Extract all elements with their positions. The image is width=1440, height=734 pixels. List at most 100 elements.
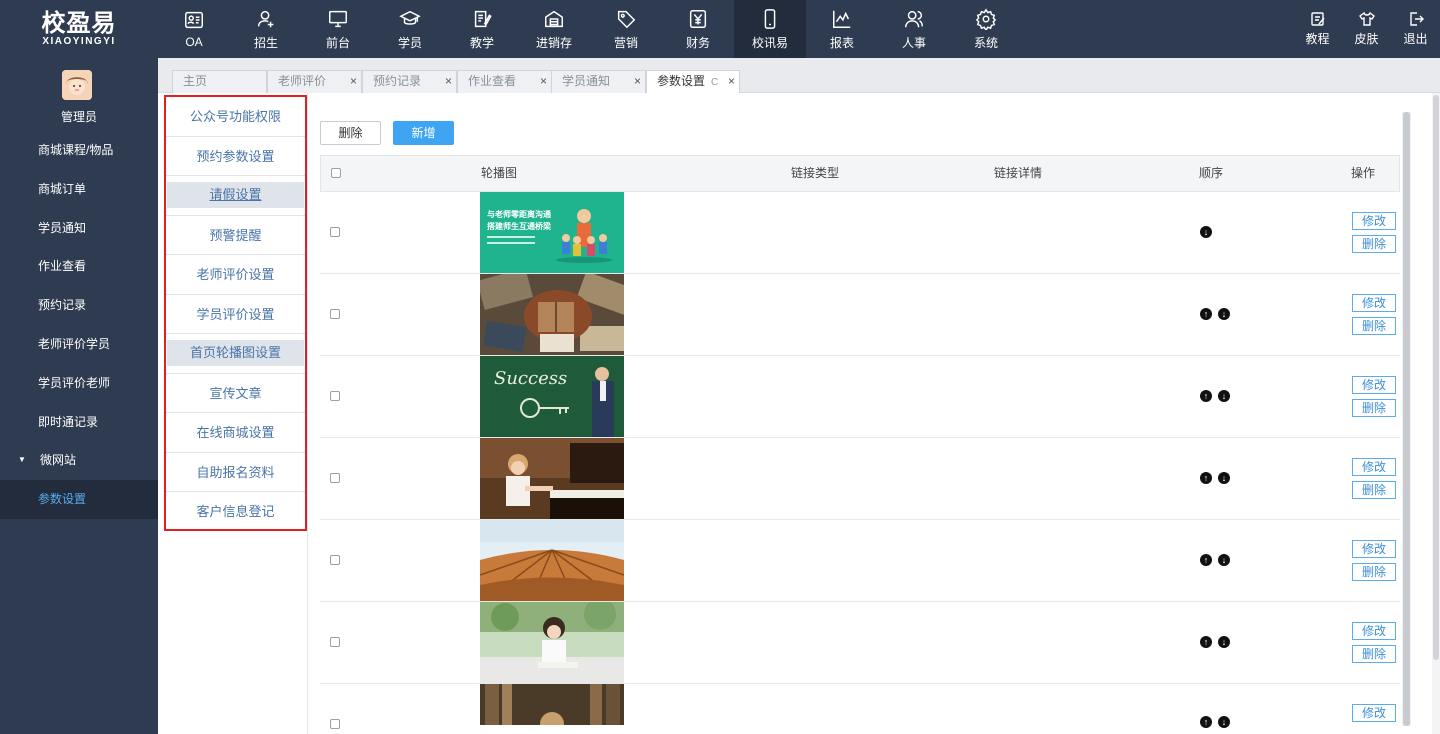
nav-admissions[interactable]: 招生 — [230, 0, 302, 58]
arrow-up-icon[interactable]: ↑ — [1200, 554, 1212, 566]
arrow-up-icon[interactable]: ↑ — [1200, 636, 1212, 648]
sidebar-item-mall-orders[interactable]: 商城订单 — [0, 170, 158, 209]
nav-oa[interactable]: OA — [158, 0, 230, 58]
edit-button[interactable]: 修改 — [1352, 704, 1396, 722]
arrow-down-icon[interactable]: ↓ — [1218, 716, 1230, 728]
settings-item-customer-info[interactable]: 客户信息登记 — [166, 492, 305, 532]
sidebar-item-mall-courses[interactable]: 商城课程/物品 — [0, 131, 158, 170]
carousel-image[interactable]: Success — [480, 356, 624, 437]
settings-item-home-carousel[interactable]: 首页轮播图设置 — [166, 334, 305, 374]
nav-finance[interactable]: 财务 — [662, 0, 734, 58]
arrow-down-icon[interactable]: ↓ — [1200, 226, 1212, 238]
row-delete-button[interactable]: 删除 — [1352, 235, 1396, 253]
sidebar-item-student-rates-teacher[interactable]: 学员评价老师 — [0, 364, 158, 403]
nav-hr[interactable]: 人事 — [878, 0, 950, 58]
nav-reports[interactable]: 报表 — [806, 0, 878, 58]
select-all-checkbox[interactable] — [331, 168, 341, 178]
row-checkbox[interactable] — [330, 473, 340, 483]
tab-home[interactable]: 主页 — [172, 70, 267, 93]
skin-button[interactable]: 皮肤 — [1342, 0, 1391, 58]
settings-item-articles[interactable]: 宣传文章 — [166, 374, 305, 413]
settings-item-online-mall[interactable]: 在线商城设置 — [166, 413, 305, 453]
carousel-image[interactable] — [480, 274, 624, 355]
edit-button[interactable]: 修改 — [1352, 294, 1396, 312]
nav-xiaoxunyi[interactable]: 校讯易 — [734, 0, 806, 58]
arrow-down-icon[interactable]: ↓ — [1218, 472, 1230, 484]
arrow-up-icon[interactable]: ↑ — [1200, 390, 1212, 402]
row-delete-button[interactable]: 删除 — [1352, 317, 1396, 335]
carousel-image[interactable] — [480, 438, 624, 519]
order-controls: ↑ ↓ — [1200, 636, 1230, 648]
column-image: 轮播图 — [481, 166, 518, 180]
row-checkbox[interactable] — [330, 391, 340, 401]
settings-item-leave[interactable]: 请假设置 — [166, 176, 305, 216]
arrow-up-icon[interactable]: ↑ — [1200, 472, 1212, 484]
id-card-icon — [185, 11, 203, 29]
settings-item-teacher-review[interactable]: 老师评价设置 — [166, 255, 305, 295]
tutorial-button[interactable]: 教程 — [1293, 0, 1342, 58]
tab-teacher-review[interactable]: 老师评价 × — [267, 70, 362, 93]
close-icon[interactable]: × — [728, 71, 735, 92]
nav-marketing[interactable]: 营销 — [590, 0, 662, 58]
page-scrollbar-thumb[interactable] — [1433, 95, 1439, 660]
row-checkbox[interactable] — [330, 227, 340, 237]
nav-front-desk[interactable]: 前台 — [302, 0, 374, 58]
carousel-image[interactable] — [480, 684, 624, 725]
close-icon[interactable]: × — [634, 71, 641, 92]
nav-inventory[interactable]: 进销存 — [518, 0, 590, 58]
delete-button[interactable]: 删除 — [320, 121, 381, 145]
row-delete-button[interactable]: 删除 — [1352, 481, 1396, 499]
nav-students[interactable]: 学员 — [374, 0, 446, 58]
row-delete-button[interactable]: 删除 — [1352, 399, 1396, 417]
sidebar-item-teacher-rates-student[interactable]: 老师评价学员 — [0, 325, 158, 364]
row-delete-button[interactable]: 删除 — [1352, 645, 1396, 663]
row-delete-button[interactable]: 删除 — [1352, 563, 1396, 581]
sidebar-item-microsite[interactable]: ▼ 微网站 — [0, 441, 158, 480]
edit-button[interactable]: 修改 — [1352, 622, 1396, 640]
tab-bar: 主页 老师评价 × 预约记录 × 作业查看 × 学员通知 × 参数设置 C × — [158, 58, 1440, 94]
sidebar-item-settings[interactable]: 参数设置 — [0, 480, 158, 519]
arrow-down-icon[interactable]: ↓ — [1218, 554, 1230, 566]
app-logo[interactable]: 校盈易 XIAOYINGYI — [0, 0, 158, 58]
settings-item-wechat-permissions[interactable]: 公众号功能权限 — [166, 97, 305, 137]
sidebar-item-im-records[interactable]: 即时通记录 — [0, 403, 158, 442]
sidebar-item-student-notices[interactable]: 学员通知 — [0, 209, 158, 248]
arrow-up-icon[interactable]: ↑ — [1200, 308, 1212, 320]
add-button[interactable]: 新增 — [393, 121, 454, 145]
carousel-image[interactable]: 与老师零距离沟通 搭建师生互通桥梁 — [480, 192, 624, 273]
tab-settings[interactable]: 参数设置 C × — [646, 70, 740, 94]
sidebar-item-appointments[interactable]: 预约记录 — [0, 286, 158, 325]
edit-button[interactable]: 修改 — [1352, 376, 1396, 394]
row-checkbox[interactable] — [330, 555, 340, 565]
tab-student-notices[interactable]: 学员通知 × — [551, 70, 646, 93]
edit-button[interactable]: 修改 — [1352, 540, 1396, 558]
arrow-down-icon[interactable]: ↓ — [1218, 308, 1230, 320]
arrow-down-icon[interactable]: ↓ — [1218, 390, 1230, 402]
sidebar-item-homework[interactable]: 作业查看 — [0, 247, 158, 286]
close-icon[interactable]: × — [540, 71, 547, 92]
row-checkbox[interactable] — [330, 719, 340, 729]
logout-button[interactable]: 退出 — [1391, 0, 1440, 58]
edit-button[interactable]: 修改 — [1352, 212, 1396, 230]
tab-appointments[interactable]: 预约记录 × — [362, 70, 457, 93]
edit-icon — [1310, 12, 1325, 26]
settings-item-student-review[interactable]: 学员评价设置 — [166, 295, 305, 334]
close-icon[interactable]: × — [350, 71, 357, 92]
settings-item-warnings[interactable]: 预警提醒 — [166, 216, 305, 255]
nav-teaching[interactable]: 教学 — [446, 0, 518, 58]
refresh-icon[interactable]: C — [711, 77, 718, 88]
settings-item-appointment-params[interactable]: 预约参数设置 — [166, 137, 305, 176]
row-checkbox[interactable] — [330, 637, 340, 647]
avatar[interactable] — [62, 70, 92, 100]
nav-system[interactable]: 系统 — [950, 0, 1022, 58]
settings-item-self-enrollment[interactable]: 自助报名资料 — [166, 453, 305, 492]
carousel-image[interactable] — [480, 602, 624, 683]
arrow-down-icon[interactable]: ↓ — [1218, 636, 1230, 648]
arrow-up-icon[interactable]: ↑ — [1200, 716, 1212, 728]
edit-button[interactable]: 修改 — [1352, 458, 1396, 476]
close-icon[interactable]: × — [445, 71, 452, 92]
table-scrollbar-thumb[interactable] — [1403, 112, 1410, 726]
row-checkbox[interactable] — [330, 309, 340, 319]
carousel-image[interactable] — [480, 520, 624, 601]
tab-homework[interactable]: 作业查看 × — [457, 70, 552, 93]
